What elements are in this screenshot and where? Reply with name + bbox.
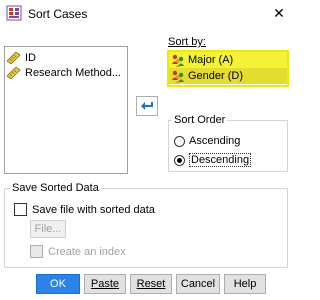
ruler-icon — [7, 66, 21, 79]
ascending-label: Ascending — [189, 135, 241, 147]
descending-label: Descending — [189, 153, 252, 167]
save-sorted-label: Save Sorted Data — [10, 182, 101, 194]
checkbox-disabled-icon — [30, 245, 43, 258]
file-button[interactable]: File... — [30, 220, 66, 238]
sort-by-item[interactable]: Gender (D) — [169, 68, 287, 84]
sort-by-list[interactable]: Major (A) Gender (D) — [167, 50, 289, 87]
variable-label: Research Method... — [25, 66, 121, 79]
nominal-person-icon — [172, 70, 184, 83]
close-icon[interactable]: ✕ — [270, 4, 288, 22]
sort-cases-icon — [6, 5, 22, 21]
save-file-checkbox[interactable]: Save file with sorted data — [14, 203, 155, 216]
save-file-label: Save file with sorted data — [32, 203, 155, 216]
create-index-label: Create an index — [48, 245, 126, 258]
list-item[interactable]: ID — [7, 50, 125, 65]
sort-by-label: Sort by: — [168, 36, 206, 48]
sort-by-item[interactable]: Major (A) — [169, 52, 287, 68]
variable-label: ID — [25, 51, 36, 64]
checkbox-icon — [14, 203, 27, 216]
radio-selected-icon — [174, 154, 185, 166]
sort-by-item-label: Gender (D) — [188, 70, 244, 82]
title-bar: Sort Cases ✕ — [0, 0, 292, 28]
arrow-left-icon — [141, 102, 153, 110]
ok-button[interactable]: OK — [36, 274, 80, 294]
window-title: Sort Cases — [28, 7, 88, 21]
variable-list[interactable]: ID Research Method... — [4, 46, 128, 174]
list-item[interactable]: Research Method... — [7, 65, 125, 80]
radio-icon — [174, 135, 185, 147]
ascending-radio[interactable]: Ascending — [174, 135, 240, 147]
ruler-icon — [7, 51, 21, 64]
move-variable-button[interactable] — [136, 96, 158, 116]
sort-order-label: Sort Order — [172, 114, 228, 126]
help-button[interactable]: Help — [224, 274, 266, 294]
create-index-checkbox[interactable]: Create an index — [30, 245, 126, 258]
cancel-button[interactable]: Cancel — [176, 274, 220, 294]
reset-button[interactable]: Reset — [130, 274, 172, 294]
paste-button[interactable]: Paste — [84, 274, 126, 294]
sort-by-item-label: Major (A) — [188, 54, 234, 66]
descending-radio[interactable]: Descending — [174, 153, 252, 167]
nominal-person-icon — [172, 54, 184, 67]
